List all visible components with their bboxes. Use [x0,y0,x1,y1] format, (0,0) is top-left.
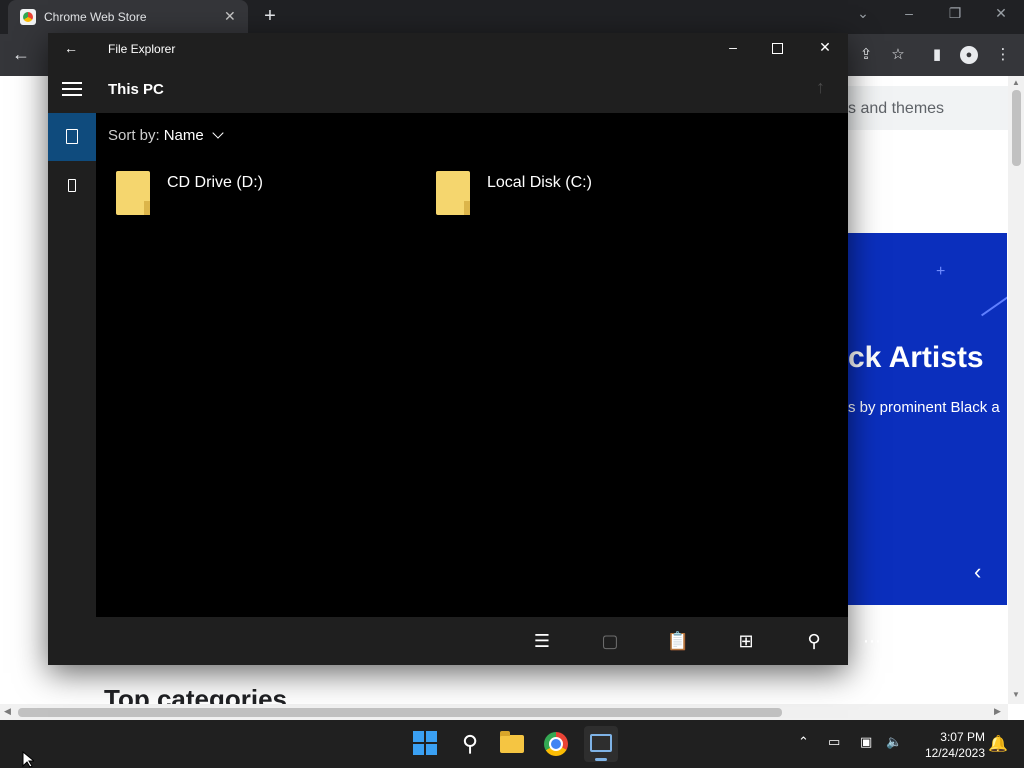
chrome-tab-title: Chrome Web Store [44,10,147,24]
location-title: This PC [108,81,164,98]
drive-item-local-disk[interactable]: Local Disk (C:) [436,167,736,215]
close-icon[interactable]: ✕ [813,39,837,59]
chrome-close-icon[interactable]: ✕ [990,5,1012,22]
explorer-titlebar[interactable]: ← File Explorer – ✕ [48,33,848,65]
promo-banner[interactable]: + ck Artists s by prominent Black a ‹ [848,233,1007,605]
chevron-down-icon [212,127,224,139]
profile-avatar-icon[interactable]: ● [960,46,978,64]
tray-chevron-up-icon[interactable]: ⌃ [798,734,809,750]
taskbar-search-icon[interactable]: ⚲ [454,728,486,760]
navigation-rail [48,113,96,665]
folder-icon [436,171,470,215]
tray-network-icon[interactable]: ▣ [860,734,872,750]
tray-volume-muted-icon[interactable]: 🔈 [886,734,902,750]
section-heading: Top categories [104,684,288,704]
arrow-up-icon[interactable]: ↑ [816,77,825,98]
taskbar-file-explorer-icon[interactable] [496,728,528,760]
tab-close-icon[interactable]: ✕ [224,8,236,25]
web-store-favicon-icon [20,9,36,25]
sort-label: Sort by: [108,127,160,144]
chrome-back-icon[interactable]: ← [12,44,30,65]
rail-item-this-pc[interactable] [48,113,96,161]
rail-item-usb[interactable] [48,161,96,209]
select-list-icon[interactable]: ☰ [528,627,556,655]
command-bar: ☰ ▢ 📋 ⊞ ⚲ ⋯ [96,617,881,665]
banner-decoration [981,291,1007,317]
side-panel-icon[interactable]: ▮ [928,46,946,64]
hamburger-icon[interactable] [62,82,82,96]
tray-drive-icon[interactable]: ▭ [828,734,840,750]
banner-subtitle: s by prominent Black a [848,399,1000,416]
view-grid-icon[interactable]: ⊞ [732,627,760,655]
scroll-up-icon[interactable]: ▲ [1012,78,1020,87]
taskbar-chrome-icon[interactable] [540,728,572,760]
tab-search-chevron-icon[interactable]: ⌄ [852,5,874,22]
folder-icon [116,171,150,215]
active-indicator [595,758,607,761]
banner-prev-icon[interactable]: ‹ [974,559,981,585]
new-item-icon[interactable]: ▢ [596,627,624,655]
scroll-down-icon[interactable]: ▼ [1012,690,1020,699]
new-tab-button[interactable]: + [259,5,281,27]
paste-icon[interactable]: 📋 [664,627,692,655]
chrome-restore-icon[interactable]: ❐ [944,5,966,22]
horizontal-scroll-thumb[interactable] [18,708,782,717]
start-windows-icon[interactable] [410,728,442,760]
chrome-menu-icon[interactable]: ⋮ [994,46,1012,64]
taskbar: ⚲ ⌃ ▭ ▣ 🔈 3:07 PM 12/24/2023 🔔 [0,720,1024,768]
clock-date[interactable]: 12/24/2023 [915,746,985,760]
drive-label: Local Disk (C:) [487,174,592,191]
share-icon[interactable]: ⇪ [857,46,875,64]
vertical-scrollbar[interactable]: ▲ ▼ [1008,76,1024,704]
more-icon[interactable]: ⋯ [858,627,886,655]
usb-drive-icon [68,179,76,192]
explorer-header: This PC ↑ [48,65,848,113]
file-explorer-window: ← File Explorer – ✕ This PC ↑ Sort by: Na… [48,33,881,665]
clock-time[interactable]: 3:07 PM [925,730,985,744]
sort-dropdown[interactable]: Sort by: Name [108,127,224,144]
explorer-content: Sort by: Name CD Drive (D:) Local Disk (C… [96,113,848,617]
arrow-left-icon[interactable]: ← [64,40,78,56]
chrome-tab[interactable]: Chrome Web Store ✕ [8,0,248,34]
taskbar-explorer-app-icon[interactable] [584,726,618,762]
this-pc-icon [66,129,78,144]
notification-bell-icon[interactable]: 🔔 [988,734,1008,754]
mouse-cursor-icon [22,751,34,768]
sort-value: Name [163,127,204,144]
chrome-tab-strip: Chrome Web Store ✕ + ⌄ – ❐ ✕ [0,0,1024,34]
drive-item-cd[interactable]: CD Drive (D:) [116,167,416,215]
search-icon[interactable]: ⚲ [800,627,828,655]
sparkle-icon: + [936,263,946,280]
drive-label: CD Drive (D:) [167,174,263,191]
horizontal-scrollbar[interactable]: ◀ ▶ [0,704,1008,720]
window-title: File Explorer [108,42,176,56]
vertical-scroll-thumb[interactable] [1012,90,1021,166]
maximize-icon[interactable] [772,43,783,54]
chrome-minimize-icon[interactable]: – [898,5,920,21]
minimize-icon[interactable]: – [721,39,745,59]
banner-title: ck Artists [848,341,984,374]
bookmark-star-icon[interactable]: ☆ [889,46,907,64]
scroll-right-icon[interactable]: ▶ [994,706,1001,717]
search-placeholder: s and themes [848,100,945,117]
scroll-left-icon[interactable]: ◀ [4,706,11,717]
